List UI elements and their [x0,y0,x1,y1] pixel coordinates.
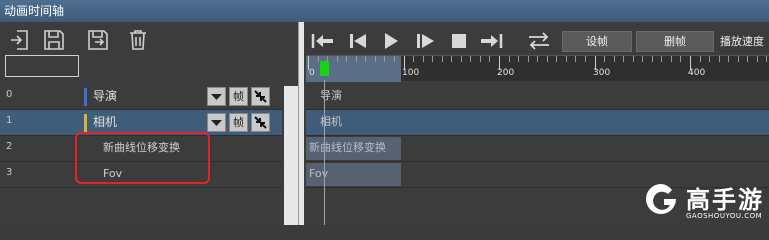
ruler-tick [632,56,634,62]
stop-icon[interactable] [446,30,472,52]
ruler-tick [317,56,319,62]
watermark-logo: 高手游 GAOSHOUYOU.COM [642,180,768,224]
track-index: 0 [6,89,13,100]
track-color-bar [84,114,87,132]
ruler-tick [613,56,615,62]
dropdown-icon[interactable] [207,87,226,106]
ruler-tick [537,56,539,62]
name-input[interactable] [5,55,79,77]
delete-icon[interactable] [126,28,152,52]
save-as-icon[interactable] [86,28,112,52]
ruler-tick [728,56,730,62]
ruler-tick [336,56,338,62]
ruler-tick [584,56,586,62]
ruler-tick [699,56,701,62]
ruler-tick [346,56,348,62]
step-forward-icon[interactable] [412,30,438,52]
dropdown-icon[interactable] [207,113,226,132]
ruler-tick [642,56,644,62]
track-index: 2 [6,141,13,152]
ruler-tick [489,56,491,62]
ruler-tick [680,56,682,62]
ruler-tick [413,56,415,62]
ruler-tick [527,56,529,62]
set-frame-button[interactable]: 设帧 [562,31,632,52]
ruler-tick [432,56,434,62]
frame-button[interactable]: 帧 [229,87,248,106]
play-icon[interactable] [378,30,404,52]
ruler-tick [518,56,520,62]
timeline-row-director[interactable]: 导演 [306,84,769,110]
ruler-tick [709,56,711,62]
jump-end-icon[interactable] [478,30,504,52]
track-row-director[interactable]: 0 导演 帧 [0,84,282,110]
ruler-tick [546,56,548,62]
window-title: 动画时间轴 [0,0,769,22]
save-icon[interactable] [42,28,68,52]
timeline-row-camera[interactable]: 相机 [306,110,769,136]
ruler-tick [355,56,357,62]
ruler-tick [737,56,739,62]
ruler-label: 100 [402,68,420,78]
timeline-clip[interactable]: 新曲线位移变换 [306,137,401,160]
ruler-label: 300 [593,68,611,78]
ruler-tick [565,56,567,62]
ruler-tick [384,56,386,62]
loop-icon[interactable] [526,30,552,52]
track-color-bar [84,88,87,106]
timeline-clip[interactable]: Fov [306,163,401,186]
ruler-tick [718,56,720,62]
gaoshouyou-logo-icon [646,184,676,214]
ruler-tick [451,56,453,62]
watermark-url: GAOSHOUYOU.COM [686,212,763,220]
ruler-tick [747,56,749,62]
track-list-scrollbar[interactable] [284,86,298,225]
track-index: 1 [6,115,13,126]
ruler-tick [575,56,577,62]
ruler-tick [623,56,625,62]
delete-frame-button[interactable]: 删帧 [636,31,714,52]
watermark-text: 高手游 [686,186,764,214]
ruler-tick [604,56,606,62]
ruler-tick [374,56,376,62]
track-label: 导演 [93,89,118,103]
frame-button[interactable]: 帧 [229,113,248,132]
ruler-label: 0 [309,68,315,78]
ruler-tick [441,56,443,62]
collapse-icon[interactable] [251,87,270,106]
jump-start-icon[interactable] [310,30,336,52]
ruler-tick [651,56,653,62]
collapse-icon[interactable] [251,113,270,132]
playhead-handle[interactable] [320,61,329,76]
ruler-tick [479,56,481,62]
playhead-line [324,80,325,225]
ruler-tick [756,56,758,62]
ruler-tick [556,56,558,62]
ruler-label: 200 [497,68,515,78]
ruler-tick [766,56,768,62]
timeline-row-sub: 新曲线位移变换 [306,136,769,162]
ruler-tick [393,56,395,62]
step-back-icon[interactable] [344,30,370,52]
track-label: 相机 [93,115,118,129]
ruler-tick [670,56,672,62]
ruler-tick [508,56,510,62]
import-icon[interactable] [8,28,34,52]
ruler-tick [422,56,424,62]
timeline-ruler[interactable]: 0 100 200 300 400 [306,55,769,82]
ruler-tick [470,56,472,62]
annotation-highlight-box [75,132,210,184]
playback-speed-label: 播放速度 [720,35,764,48]
ruler-tick [661,56,663,62]
ruler-tick [365,56,367,62]
ruler-label: 400 [688,68,706,78]
ruler-tick [460,56,462,62]
track-index: 3 [6,167,13,178]
